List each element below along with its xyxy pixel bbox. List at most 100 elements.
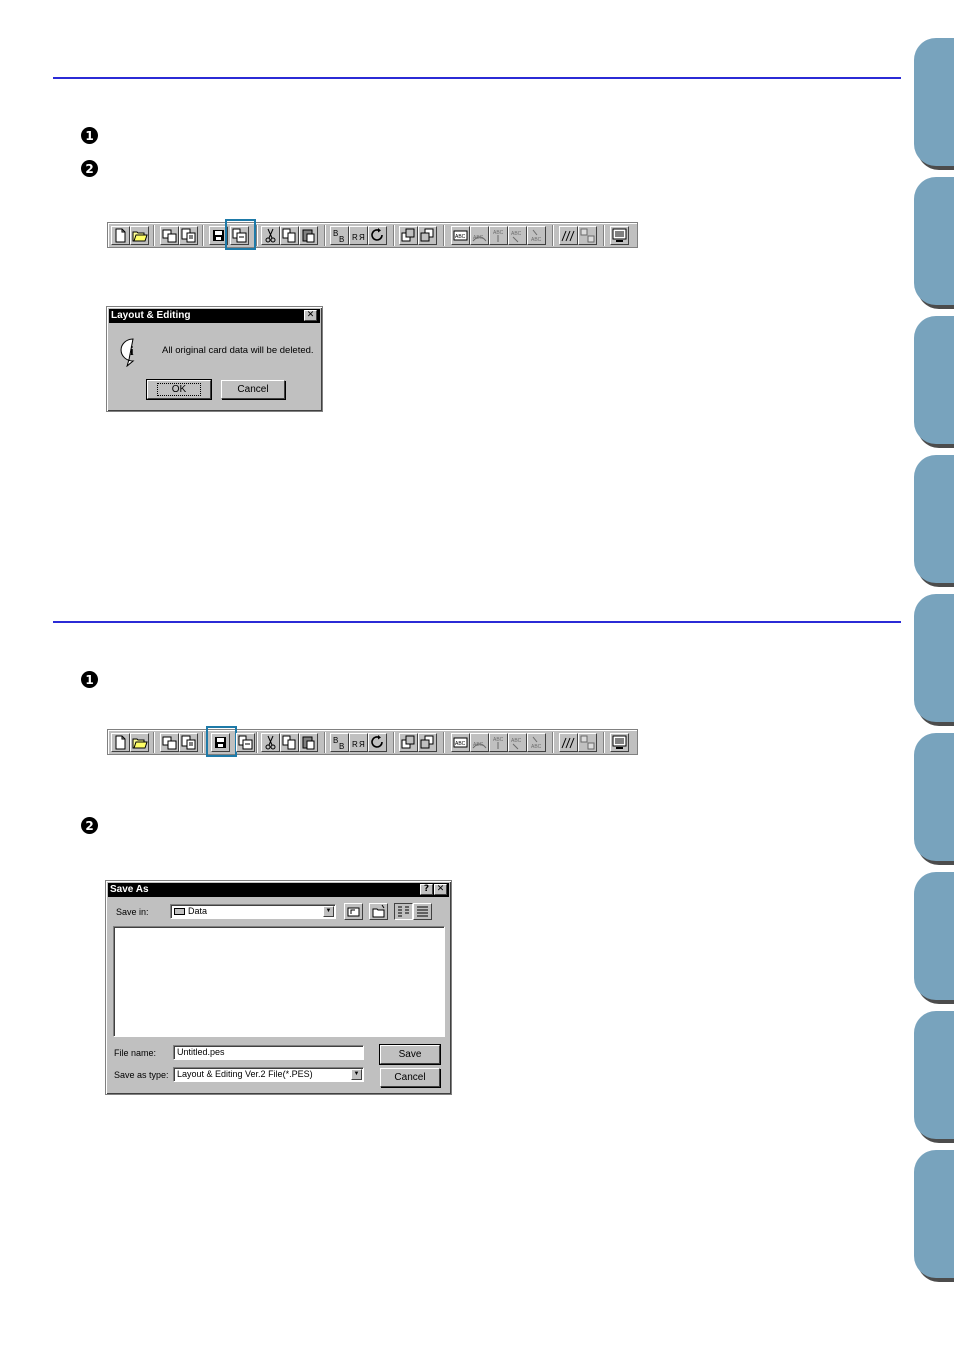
text-arc-button[interactable]: ABC xyxy=(470,226,489,245)
send-back-button[interactable] xyxy=(418,226,437,245)
sewing-order-icon xyxy=(580,228,595,243)
open-file-button[interactable] xyxy=(130,226,149,245)
list-view-icon xyxy=(398,906,409,917)
text-path-button[interactable]: ABC xyxy=(508,226,527,245)
layer-back-icon xyxy=(420,228,434,242)
close-button[interactable]: ✕ xyxy=(434,884,447,895)
cancel-button[interactable]: Cancel xyxy=(380,1068,440,1087)
sewing-order-button[interactable] xyxy=(578,226,597,245)
svg-text:ABC: ABC xyxy=(455,234,466,240)
file-name-input[interactable]: Untitled.pes xyxy=(173,1045,364,1060)
info-icon: i xyxy=(120,338,135,367)
text-slant-icon: ABC xyxy=(531,229,542,243)
svg-text:ABC: ABC xyxy=(455,741,466,747)
text-button[interactable]: ABC xyxy=(451,733,470,752)
side-tab-9[interactable] xyxy=(914,1150,954,1278)
step-number-2: 2 xyxy=(81,160,98,177)
help-button[interactable]: ? xyxy=(420,884,433,895)
bring-front-button[interactable] xyxy=(399,226,418,245)
mirror-icon: BB xyxy=(333,229,344,244)
side-tab-6[interactable] xyxy=(914,733,954,861)
paste-button[interactable] xyxy=(299,226,318,245)
send-to-card-button[interactable] xyxy=(236,733,255,752)
import-icon xyxy=(162,229,177,243)
save-in-label: Save in: xyxy=(116,907,149,917)
toolbar-1: BB RЯ ABC ABC ABC ABC ABC xyxy=(107,219,638,250)
flip-button[interactable]: RЯ xyxy=(349,226,368,245)
flip-icon: RЯ xyxy=(352,233,365,242)
file-list[interactable] xyxy=(113,926,445,1037)
text-vertical-button[interactable]: ABC xyxy=(489,733,508,752)
stitch-button[interactable] xyxy=(559,226,578,245)
side-tab-8[interactable] xyxy=(914,1011,954,1139)
stitch-icon xyxy=(561,230,575,242)
text-path-icon: ABC xyxy=(511,231,522,243)
step-number-1: 1 xyxy=(81,127,98,144)
save-as-type-select[interactable]: Layout & Editing Ver.2 File(*.PES) ▼ xyxy=(173,1067,364,1082)
side-tab-2[interactable] xyxy=(914,177,954,305)
import-button[interactable] xyxy=(160,733,179,752)
send-back-button[interactable] xyxy=(418,733,437,752)
cut-button[interactable] xyxy=(261,226,280,245)
text-vertical-button[interactable]: ABC xyxy=(489,226,508,245)
save-in-select[interactable]: Data ▼ xyxy=(170,904,336,919)
preview-button[interactable] xyxy=(610,226,629,245)
text-arc-button[interactable]: ABC xyxy=(470,733,489,752)
send-to-card-button[interactable] xyxy=(230,226,249,245)
list-view-button[interactable] xyxy=(394,903,413,920)
new-file-button[interactable] xyxy=(111,733,130,752)
import-from-card-button[interactable] xyxy=(179,733,198,752)
text-slant-button[interactable]: ABC xyxy=(527,226,546,245)
flip-button[interactable]: RЯ xyxy=(349,733,368,752)
text-vertical-icon: ABC xyxy=(493,230,504,242)
chevron-down-icon: ▼ xyxy=(351,1069,362,1080)
text-button[interactable]: ABC xyxy=(451,226,470,245)
up-folder-button[interactable] xyxy=(344,903,363,920)
save-button[interactable]: Save xyxy=(379,1044,441,1065)
details-view-button[interactable] xyxy=(413,903,432,920)
side-tab-5[interactable] xyxy=(914,594,954,722)
svg-text:B: B xyxy=(339,742,344,751)
preview-button[interactable] xyxy=(610,733,629,752)
svg-text:i: i xyxy=(130,343,134,358)
import-from-card-button[interactable] xyxy=(179,226,198,245)
write-to-card-icon xyxy=(238,735,253,750)
open-file-button[interactable] xyxy=(130,733,149,752)
svg-text:R: R xyxy=(352,233,358,242)
cancel-button[interactable]: Cancel xyxy=(221,380,285,399)
chevron-down-icon: ▼ xyxy=(323,906,334,917)
side-tab-1[interactable] xyxy=(914,38,954,166)
details-view-icon xyxy=(417,906,428,917)
side-tab-4[interactable] xyxy=(914,455,954,583)
bring-front-button[interactable] xyxy=(399,733,418,752)
rotate-button[interactable] xyxy=(368,733,387,752)
close-button[interactable]: ✕ xyxy=(304,310,317,321)
stitch-icon xyxy=(561,737,575,749)
stitch-button[interactable] xyxy=(559,733,578,752)
mirror-button[interactable]: BB xyxy=(330,226,349,245)
rotate-icon xyxy=(371,228,383,241)
import-button[interactable] xyxy=(160,226,179,245)
sewing-order-button[interactable] xyxy=(578,733,597,752)
side-tab-7[interactable] xyxy=(914,872,954,1000)
text-slant-button[interactable]: ABC xyxy=(527,733,546,752)
new-folder-button[interactable] xyxy=(369,903,388,920)
mirror-button[interactable]: BB xyxy=(330,733,349,752)
paste-button[interactable] xyxy=(299,733,318,752)
side-tab-3[interactable] xyxy=(914,316,954,444)
save-button[interactable] xyxy=(211,733,230,752)
new-file-icon xyxy=(115,228,126,243)
svg-text:ABC: ABC xyxy=(511,738,522,744)
text-path-button[interactable]: ABC xyxy=(508,733,527,752)
monitor-icon xyxy=(612,228,627,242)
copy-button[interactable] xyxy=(280,733,299,752)
cut-button[interactable] xyxy=(261,733,280,752)
toolbar-2: BB RЯ ABC ABC ABC ABC ABC xyxy=(107,726,638,757)
new-file-button[interactable] xyxy=(111,226,130,245)
svg-text:Я: Я xyxy=(359,740,365,749)
rotate-button[interactable] xyxy=(368,226,387,245)
ok-button[interactable]: OK xyxy=(146,379,212,400)
close-icon: ✕ xyxy=(436,884,445,894)
copy-button[interactable] xyxy=(280,226,299,245)
scissors-icon xyxy=(265,735,276,750)
